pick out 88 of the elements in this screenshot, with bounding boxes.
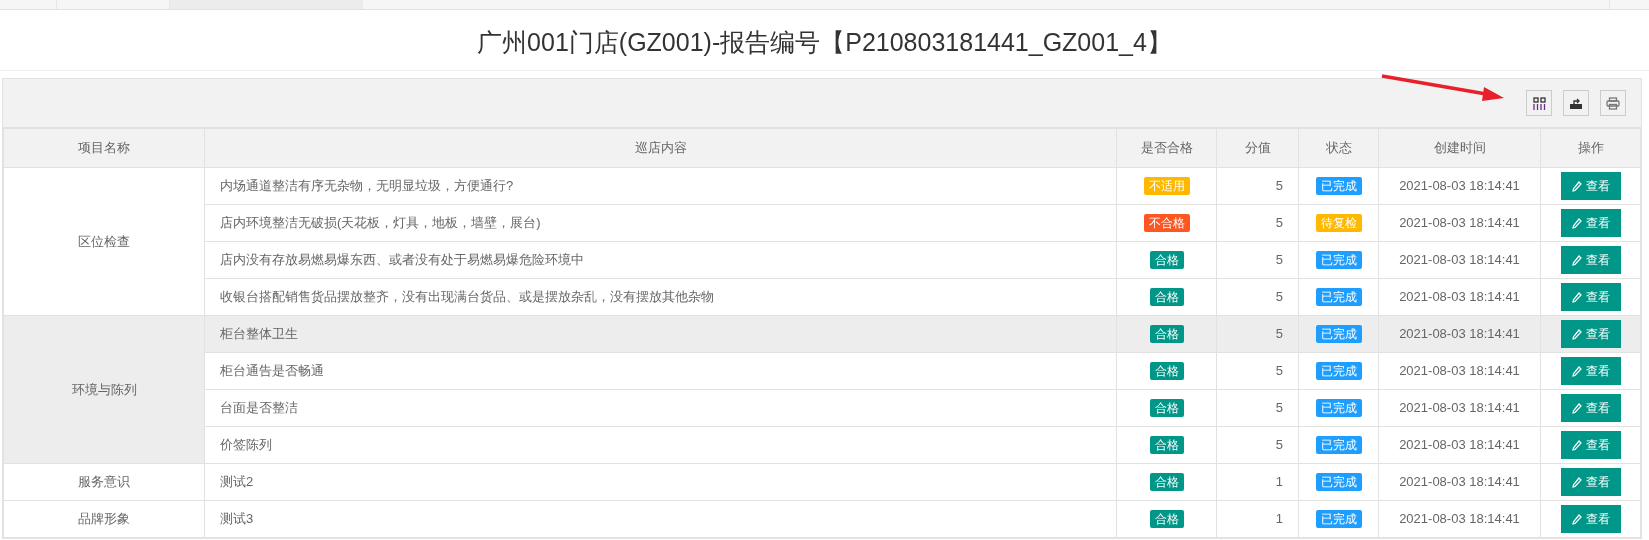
status-tag: 已完成 bbox=[1315, 177, 1362, 196]
score: 5 bbox=[1275, 215, 1283, 231]
pencil-icon bbox=[1571, 365, 1582, 377]
created-time: 2021-08-03 18:14:41 bbox=[1399, 178, 1520, 194]
created-time: 2021-08-03 18:14:41 bbox=[1399, 437, 1520, 453]
view-button[interactable]: 查看 bbox=[1560, 394, 1621, 422]
status-tag: 已完成 bbox=[1315, 251, 1362, 270]
status-tag: 待复检 bbox=[1315, 214, 1362, 233]
created-time: 2021-08-03 18:14:41 bbox=[1399, 289, 1520, 305]
print-button[interactable] bbox=[1600, 90, 1626, 116]
created-time: 2021-08-03 18:14:41 bbox=[1399, 326, 1520, 342]
view-button[interactable]: 查看 bbox=[1560, 468, 1621, 496]
pencil-icon bbox=[1571, 328, 1582, 340]
view-button[interactable]: 查看 bbox=[1560, 209, 1621, 237]
view-button[interactable]: 查看 bbox=[1560, 172, 1621, 200]
column-header: 是否合格 bbox=[1140, 140, 1193, 156]
result-tag: 合格 bbox=[1149, 325, 1184, 344]
score: 5 bbox=[1275, 400, 1283, 416]
view-button[interactable]: 查看 bbox=[1560, 357, 1621, 385]
pencil-icon bbox=[1571, 254, 1582, 266]
export-button[interactable] bbox=[1563, 90, 1589, 116]
created-time: 2021-08-03 18:14:41 bbox=[1399, 400, 1520, 416]
score: 5 bbox=[1275, 326, 1283, 342]
inspection-item: 收银台搭配销售货品摆放整齐，没有出现满台货品、或是摆放杂乱，没有摆放其他杂物 bbox=[220, 289, 714, 305]
created-time: 2021-08-03 18:14:41 bbox=[1399, 252, 1520, 268]
print-icon bbox=[1606, 96, 1620, 110]
category-name: 品牌形象 bbox=[78, 511, 130, 527]
pencil-icon bbox=[1571, 402, 1582, 414]
status-tag: 已完成 bbox=[1315, 325, 1362, 344]
result-tag: 合格 bbox=[1149, 399, 1184, 418]
column-header: 创建时间 bbox=[1433, 140, 1486, 156]
view-button[interactable]: 查看 bbox=[1560, 283, 1621, 311]
score: 5 bbox=[1275, 289, 1283, 305]
status-tag: 已完成 bbox=[1315, 473, 1362, 492]
score: 5 bbox=[1275, 252, 1283, 268]
view-button[interactable]: 查看 bbox=[1560, 246, 1621, 274]
status-tag: 已完成 bbox=[1315, 288, 1362, 307]
column-header: 项目名称 bbox=[78, 140, 130, 156]
score: 1 bbox=[1275, 511, 1283, 527]
status-tag: 已完成 bbox=[1315, 399, 1362, 418]
view-button[interactable]: 查看 bbox=[1560, 320, 1621, 348]
view-button[interactable]: 查看 bbox=[1560, 505, 1621, 533]
view-button[interactable]: 查看 bbox=[1560, 431, 1621, 459]
result-tag: 合格 bbox=[1149, 362, 1184, 381]
column-header: 状态 bbox=[1325, 140, 1352, 156]
result-tag: 合格 bbox=[1149, 510, 1184, 529]
pencil-icon bbox=[1571, 476, 1582, 488]
pencil-icon bbox=[1571, 439, 1582, 451]
column-header: 分值 bbox=[1244, 140, 1271, 156]
inspection-item: 台面是否整洁 bbox=[220, 400, 298, 416]
category-name: 环境与陈列 bbox=[71, 381, 137, 397]
category-name: 服务意识 bbox=[78, 474, 130, 490]
export-icon bbox=[1569, 96, 1583, 110]
inspection-item: 店内环境整洁无破损(天花板，灯具，地板，墙壁，展台) bbox=[220, 215, 541, 231]
report-title: 广州001门店(GZ001)-报告编号【P210803181441_GZ001_4】 bbox=[477, 26, 1172, 58]
result-tag: 合格 bbox=[1149, 473, 1184, 492]
status-tag: 已完成 bbox=[1315, 436, 1362, 455]
status-tag: 已完成 bbox=[1315, 362, 1362, 381]
column-header: 巡店内容 bbox=[634, 140, 687, 156]
result-tag: 合格 bbox=[1149, 436, 1184, 455]
result-tag: 合格 bbox=[1149, 251, 1184, 270]
column-header: 操作 bbox=[1577, 140, 1604, 156]
category-name: 区位检查 bbox=[78, 233, 130, 249]
inspection-item: 柜台整体卫生 bbox=[220, 326, 298, 342]
pencil-icon bbox=[1571, 180, 1582, 192]
result-tag: 不适用 bbox=[1143, 177, 1190, 196]
pencil-icon bbox=[1571, 291, 1582, 303]
inspection-item: 测试2 bbox=[220, 474, 254, 490]
inspection-item: 店内没有存放易燃易爆东西、或者没有处于易燃易爆危险环境中 bbox=[220, 252, 584, 268]
inspection-item: 测试3 bbox=[220, 511, 254, 527]
inspection-item: 价签陈列 bbox=[220, 437, 272, 453]
result-tag: 不合格 bbox=[1143, 214, 1190, 233]
score: 5 bbox=[1275, 363, 1283, 379]
created-time: 2021-08-03 18:14:41 bbox=[1399, 511, 1520, 527]
score: 5 bbox=[1275, 178, 1283, 194]
inspection-item: 柜台通告是否畅通 bbox=[220, 363, 324, 379]
columns-icon bbox=[1532, 96, 1546, 110]
score: 5 bbox=[1275, 437, 1283, 453]
score: 1 bbox=[1275, 474, 1283, 490]
created-time: 2021-08-03 18:14:41 bbox=[1399, 363, 1520, 379]
inspection-item: 内场通道整洁有序无杂物，无明显垃圾，方便通行? bbox=[220, 178, 514, 194]
pencil-icon bbox=[1571, 217, 1582, 229]
pencil-icon bbox=[1571, 513, 1582, 525]
columns-button[interactable] bbox=[1526, 90, 1552, 116]
status-tag: 已完成 bbox=[1315, 510, 1362, 529]
result-tag: 合格 bbox=[1149, 288, 1184, 307]
created-time: 2021-08-03 18:14:41 bbox=[1399, 474, 1520, 490]
created-time: 2021-08-03 18:14:41 bbox=[1399, 215, 1520, 231]
